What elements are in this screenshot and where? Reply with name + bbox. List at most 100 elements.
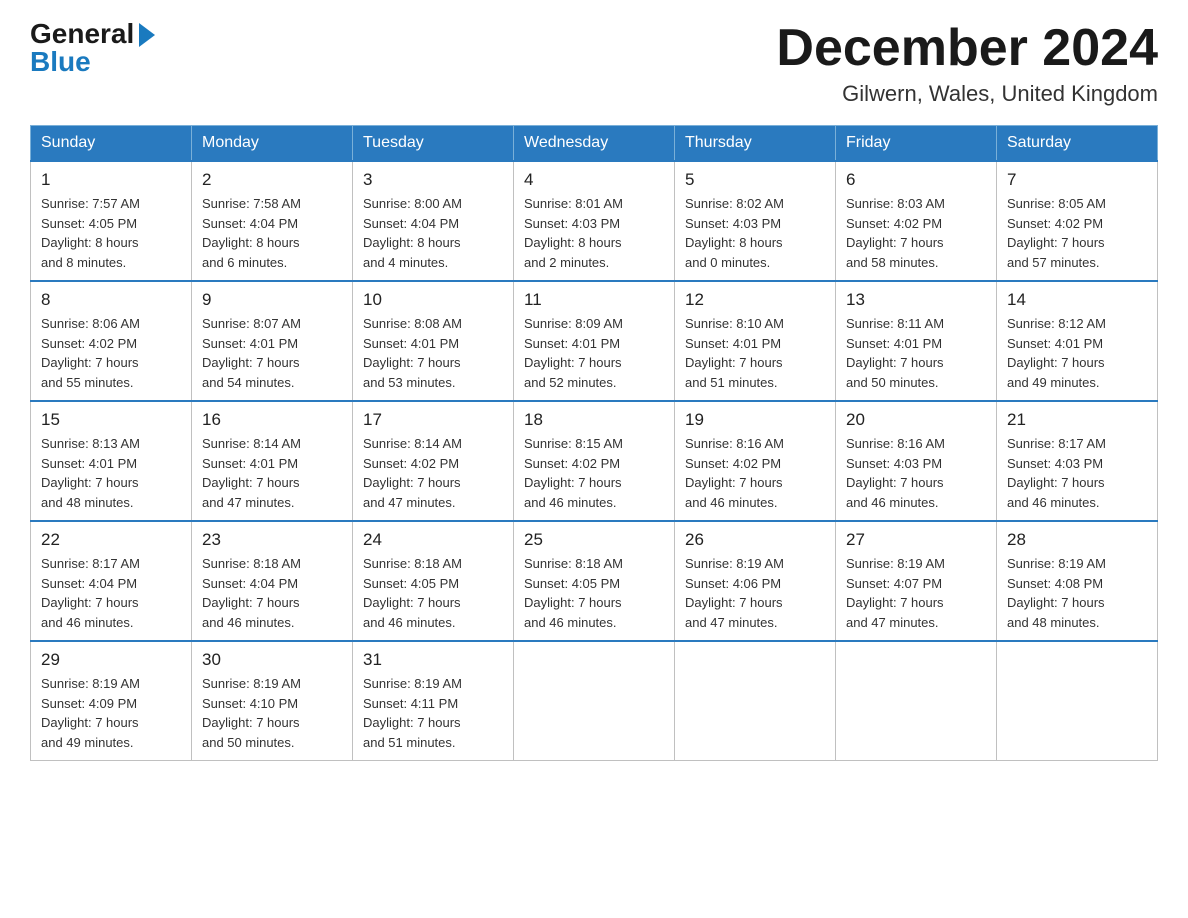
column-header-wednesday: Wednesday (514, 126, 675, 162)
day-number: 12 (685, 290, 825, 310)
calendar-week-row: 8Sunrise: 8:06 AM Sunset: 4:02 PM Daylig… (31, 281, 1158, 401)
calendar-week-row: 1 Sunrise: 7:57 AM Sunset: 4:05 PM Daylig… (31, 161, 1158, 281)
day-info: Sunrise: 8:19 AM Sunset: 4:09 PM Dayligh… (41, 674, 181, 752)
day-info: Sunrise: 8:07 AM Sunset: 4:01 PM Dayligh… (202, 314, 342, 392)
calendar-cell (836, 641, 997, 761)
day-number: 6 (846, 170, 986, 190)
column-header-thursday: Thursday (675, 126, 836, 162)
calendar-cell: 5Sunrise: 8:02 AM Sunset: 4:03 PM Daylig… (675, 161, 836, 281)
calendar-cell: 18 Sunrise: 8:15 AM Sunset: 4:02 PM Dayli… (514, 401, 675, 521)
day-number: 7 (1007, 170, 1147, 190)
calendar-cell: 9 Sunrise: 8:07 AM Sunset: 4:01 PM Daylig… (192, 281, 353, 401)
calendar-cell (997, 641, 1158, 761)
logo: General Blue (30, 20, 155, 76)
day-info: Sunrise: 7:58 AM Sunset: 4:04 PM Dayligh… (202, 194, 342, 272)
calendar-table: SundayMondayTuesdayWednesdayThursdayFrid… (30, 125, 1158, 761)
day-number: 24 (363, 530, 503, 550)
day-number: 29 (41, 650, 181, 670)
day-number: 3 (363, 170, 503, 190)
day-info: Sunrise: 8:08 AM Sunset: 4:01 PM Dayligh… (363, 314, 503, 392)
day-info: Sunrise: 8:17 AM Sunset: 4:03 PM Dayligh… (1007, 434, 1147, 512)
day-info: Sunrise: 8:14 AM Sunset: 4:02 PM Dayligh… (363, 434, 503, 512)
calendar-header-row: SundayMondayTuesdayWednesdayThursdayFrid… (31, 126, 1158, 162)
column-header-sunday: Sunday (31, 126, 192, 162)
calendar-cell: 31 Sunrise: 8:19 AM Sunset: 4:11 PM Dayli… (353, 641, 514, 761)
calendar-cell: 17 Sunrise: 8:14 AM Sunset: 4:02 PM Dayli… (353, 401, 514, 521)
calendar-cell: 13Sunrise: 8:11 AM Sunset: 4:01 PM Dayli… (836, 281, 997, 401)
day-info: Sunrise: 8:01 AM Sunset: 4:03 PM Dayligh… (524, 194, 664, 272)
day-info: Sunrise: 8:15 AM Sunset: 4:02 PM Dayligh… (524, 434, 664, 512)
calendar-cell: 26 Sunrise: 8:19 AM Sunset: 4:06 PM Dayli… (675, 521, 836, 641)
day-number: 8 (41, 290, 181, 310)
day-info: Sunrise: 8:19 AM Sunset: 4:06 PM Dayligh… (685, 554, 825, 632)
day-info: Sunrise: 8:16 AM Sunset: 4:02 PM Dayligh… (685, 434, 825, 512)
day-number: 31 (363, 650, 503, 670)
logo-general-text: General (30, 20, 134, 48)
day-info: Sunrise: 8:14 AM Sunset: 4:01 PM Dayligh… (202, 434, 342, 512)
calendar-cell: 30 Sunrise: 8:19 AM Sunset: 4:10 PM Dayli… (192, 641, 353, 761)
calendar-cell: 6 Sunrise: 8:03 AM Sunset: 4:02 PM Daylig… (836, 161, 997, 281)
title-area: December 2024 Gilwern, Wales, United Kin… (776, 20, 1158, 107)
day-info: Sunrise: 8:03 AM Sunset: 4:02 PM Dayligh… (846, 194, 986, 272)
day-number: 2 (202, 170, 342, 190)
day-info: Sunrise: 8:17 AM Sunset: 4:04 PM Dayligh… (41, 554, 181, 632)
calendar-cell (514, 641, 675, 761)
day-number: 25 (524, 530, 664, 550)
calendar-cell: 7 Sunrise: 8:05 AM Sunset: 4:02 PM Daylig… (997, 161, 1158, 281)
logo-blue-text: Blue (30, 48, 91, 76)
day-info: Sunrise: 8:16 AM Sunset: 4:03 PM Dayligh… (846, 434, 986, 512)
day-number: 22 (41, 530, 181, 550)
day-info: Sunrise: 8:09 AM Sunset: 4:01 PM Dayligh… (524, 314, 664, 392)
day-number: 1 (41, 170, 181, 190)
calendar-week-row: 22 Sunrise: 8:17 AM Sunset: 4:04 PM Dayli… (31, 521, 1158, 641)
day-info: Sunrise: 8:18 AM Sunset: 4:04 PM Dayligh… (202, 554, 342, 632)
day-number: 14 (1007, 290, 1147, 310)
calendar-cell: 15 Sunrise: 8:13 AM Sunset: 4:01 PM Dayli… (31, 401, 192, 521)
calendar-cell (675, 641, 836, 761)
day-number: 21 (1007, 410, 1147, 430)
day-info: Sunrise: 8:10 AM Sunset: 4:01 PM Dayligh… (685, 314, 825, 392)
day-number: 16 (202, 410, 342, 430)
logo-arrow-icon (139, 23, 155, 47)
page-header: General Blue December 2024 Gilwern, Wale… (30, 20, 1158, 107)
calendar-cell: 1 Sunrise: 7:57 AM Sunset: 4:05 PM Daylig… (31, 161, 192, 281)
calendar-cell: 3Sunrise: 8:00 AM Sunset: 4:04 PM Daylig… (353, 161, 514, 281)
calendar-week-row: 15 Sunrise: 8:13 AM Sunset: 4:01 PM Dayli… (31, 401, 1158, 521)
calendar-cell: 10 Sunrise: 8:08 AM Sunset: 4:01 PM Dayli… (353, 281, 514, 401)
calendar-cell: 16 Sunrise: 8:14 AM Sunset: 4:01 PM Dayli… (192, 401, 353, 521)
day-info: Sunrise: 8:13 AM Sunset: 4:01 PM Dayligh… (41, 434, 181, 512)
calendar-cell: 25Sunrise: 8:18 AM Sunset: 4:05 PM Dayli… (514, 521, 675, 641)
day-number: 26 (685, 530, 825, 550)
calendar-cell: 27 Sunrise: 8:19 AM Sunset: 4:07 PM Dayli… (836, 521, 997, 641)
day-info: Sunrise: 8:19 AM Sunset: 4:10 PM Dayligh… (202, 674, 342, 752)
day-info: Sunrise: 8:19 AM Sunset: 4:07 PM Dayligh… (846, 554, 986, 632)
calendar-cell: 20 Sunrise: 8:16 AM Sunset: 4:03 PM Dayli… (836, 401, 997, 521)
calendar-cell: 12 Sunrise: 8:10 AM Sunset: 4:01 PM Dayli… (675, 281, 836, 401)
month-title: December 2024 (776, 20, 1158, 77)
day-number: 27 (846, 530, 986, 550)
calendar-cell: 22 Sunrise: 8:17 AM Sunset: 4:04 PM Dayli… (31, 521, 192, 641)
column-header-monday: Monday (192, 126, 353, 162)
calendar-cell: 19Sunrise: 8:16 AM Sunset: 4:02 PM Dayli… (675, 401, 836, 521)
day-number: 18 (524, 410, 664, 430)
day-info: Sunrise: 8:05 AM Sunset: 4:02 PM Dayligh… (1007, 194, 1147, 272)
day-number: 4 (524, 170, 664, 190)
location-subtitle: Gilwern, Wales, United Kingdom (776, 81, 1158, 107)
day-number: 28 (1007, 530, 1147, 550)
day-number: 30 (202, 650, 342, 670)
calendar-cell: 4 Sunrise: 8:01 AM Sunset: 4:03 PM Daylig… (514, 161, 675, 281)
day-number: 9 (202, 290, 342, 310)
day-info: Sunrise: 8:19 AM Sunset: 4:08 PM Dayligh… (1007, 554, 1147, 632)
column-header-saturday: Saturday (997, 126, 1158, 162)
day-number: 15 (41, 410, 181, 430)
calendar-cell: 2 Sunrise: 7:58 AM Sunset: 4:04 PM Daylig… (192, 161, 353, 281)
calendar-cell: 28 Sunrise: 8:19 AM Sunset: 4:08 PM Dayli… (997, 521, 1158, 641)
day-info: Sunrise: 8:18 AM Sunset: 4:05 PM Dayligh… (363, 554, 503, 632)
day-info: Sunrise: 7:57 AM Sunset: 4:05 PM Dayligh… (41, 194, 181, 272)
calendar-cell: 23 Sunrise: 8:18 AM Sunset: 4:04 PM Dayli… (192, 521, 353, 641)
day-info: Sunrise: 8:19 AM Sunset: 4:11 PM Dayligh… (363, 674, 503, 752)
day-number: 10 (363, 290, 503, 310)
day-number: 23 (202, 530, 342, 550)
day-number: 20 (846, 410, 986, 430)
day-number: 17 (363, 410, 503, 430)
